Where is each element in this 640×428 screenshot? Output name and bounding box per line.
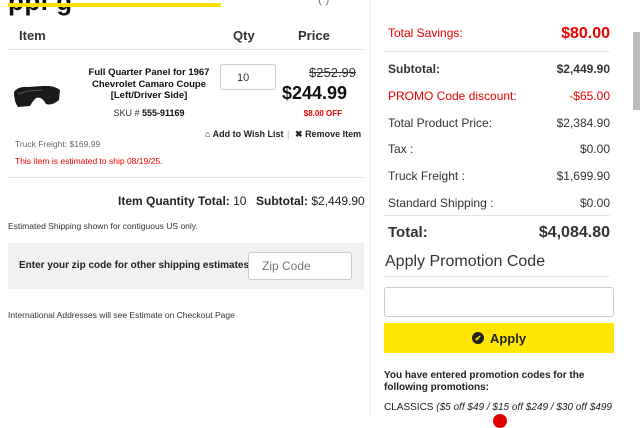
remove-label: Remove Item: [305, 129, 362, 139]
sku-value: 555-91169: [141, 108, 185, 118]
original-price: $252.99: [309, 65, 356, 80]
standard-shipping-value: $0.00: [579, 196, 610, 210]
ship-estimate-note: This item is estimated to ship 08/19/25.: [15, 156, 163, 166]
international-note: International Addresses will see Estimat…: [8, 310, 235, 320]
promo-code-entry: CLASSICS ($5 off $49 / $15 off $249 / $3…: [384, 402, 614, 413]
total-savings-value: $80.00: [561, 25, 610, 42]
col-item-header: Item: [19, 28, 46, 43]
check-circle-icon: ✔: [471, 332, 484, 344]
summary-total-divider: [384, 215, 610, 216]
zip-code-input[interactable]: [248, 252, 352, 280]
tax-value: $0.00: [579, 142, 610, 156]
remove-item-link[interactable]: ✖ Remove Item: [295, 129, 361, 140]
entered-promotions-note: You have entered promotion codes for the…: [384, 370, 585, 393]
promotion-code-title: Apply Promotion Code: [385, 253, 546, 270]
truck-freight-value: $1,699.90: [556, 169, 610, 183]
product-sku: SKU # 555-91169: [70, 108, 228, 118]
promo-code-name: CLASSICS: [384, 402, 434, 413]
heading-right-fragment: ( ): [318, 0, 329, 6]
product-thumbnail[interactable]: [12, 82, 62, 110]
qty-total-label: Item Quantity Total:: [118, 194, 230, 208]
qty-total-value: 10: [233, 194, 247, 208]
col-price-header: Price: [298, 28, 330, 43]
close-circle-icon: ✖: [295, 129, 303, 139]
scrollbar-thumb[interactable]: [633, 32, 640, 110]
action-separator: |: [287, 129, 290, 139]
header-divider: [8, 49, 364, 50]
summary-divider: [384, 51, 610, 52]
cart-subtotal: Subtotal: $2,449.90: [256, 194, 365, 208]
remove-promo-icon[interactable]: [493, 414, 507, 428]
item-quantity-total: Item Quantity Total: 10: [118, 194, 246, 208]
column-divider: [370, 0, 371, 419]
quantity-input[interactable]: 10: [220, 64, 276, 90]
product-price-value: $2,384.90: [556, 116, 610, 130]
home-heart-icon: ⌂: [205, 129, 211, 139]
zip-code-label: Enter your zip code for other shipping e…: [19, 260, 250, 271]
sku-label: SKU #: [113, 108, 140, 118]
cart-subtotal-label: Subtotal:: [256, 194, 308, 208]
promo-discount-value: -$65.00: [569, 89, 610, 103]
apply-promo-button[interactable]: ✔ Apply: [384, 323, 614, 353]
promo-code-description: ($5 off $49 / $15 off $249 / $30 off $49…: [436, 402, 612, 413]
wish-list-label: Add to Wish List: [212, 129, 284, 139]
cart-subtotal-value: $2,449.90: [311, 194, 365, 208]
col-qty-header: Qty: [233, 28, 255, 43]
product-name-link[interactable]: Full Quarter Panel for 1967 Chevrolet Ca…: [70, 67, 228, 102]
sale-price: $244.99: [282, 83, 348, 103]
truck-freight-note: Truck Freight: $169.99: [15, 139, 101, 149]
promo-title-divider: [384, 276, 610, 277]
add-to-wish-list-link[interactable]: ⌂ Add to Wish List: [205, 129, 284, 139]
summary-subtotal-value: $2,449.90: [556, 62, 610, 76]
row-divider: [8, 177, 364, 178]
heading-underline: [8, 3, 221, 7]
apply-label: Apply: [489, 330, 527, 346]
promotion-code-input[interactable]: [384, 287, 614, 317]
estimated-shipping-note: Estimated Shipping shown for contiguous …: [8, 221, 198, 231]
grand-total-value: $4,084.80: [538, 224, 610, 241]
savings-badge: $8.00 OFF: [303, 109, 342, 118]
